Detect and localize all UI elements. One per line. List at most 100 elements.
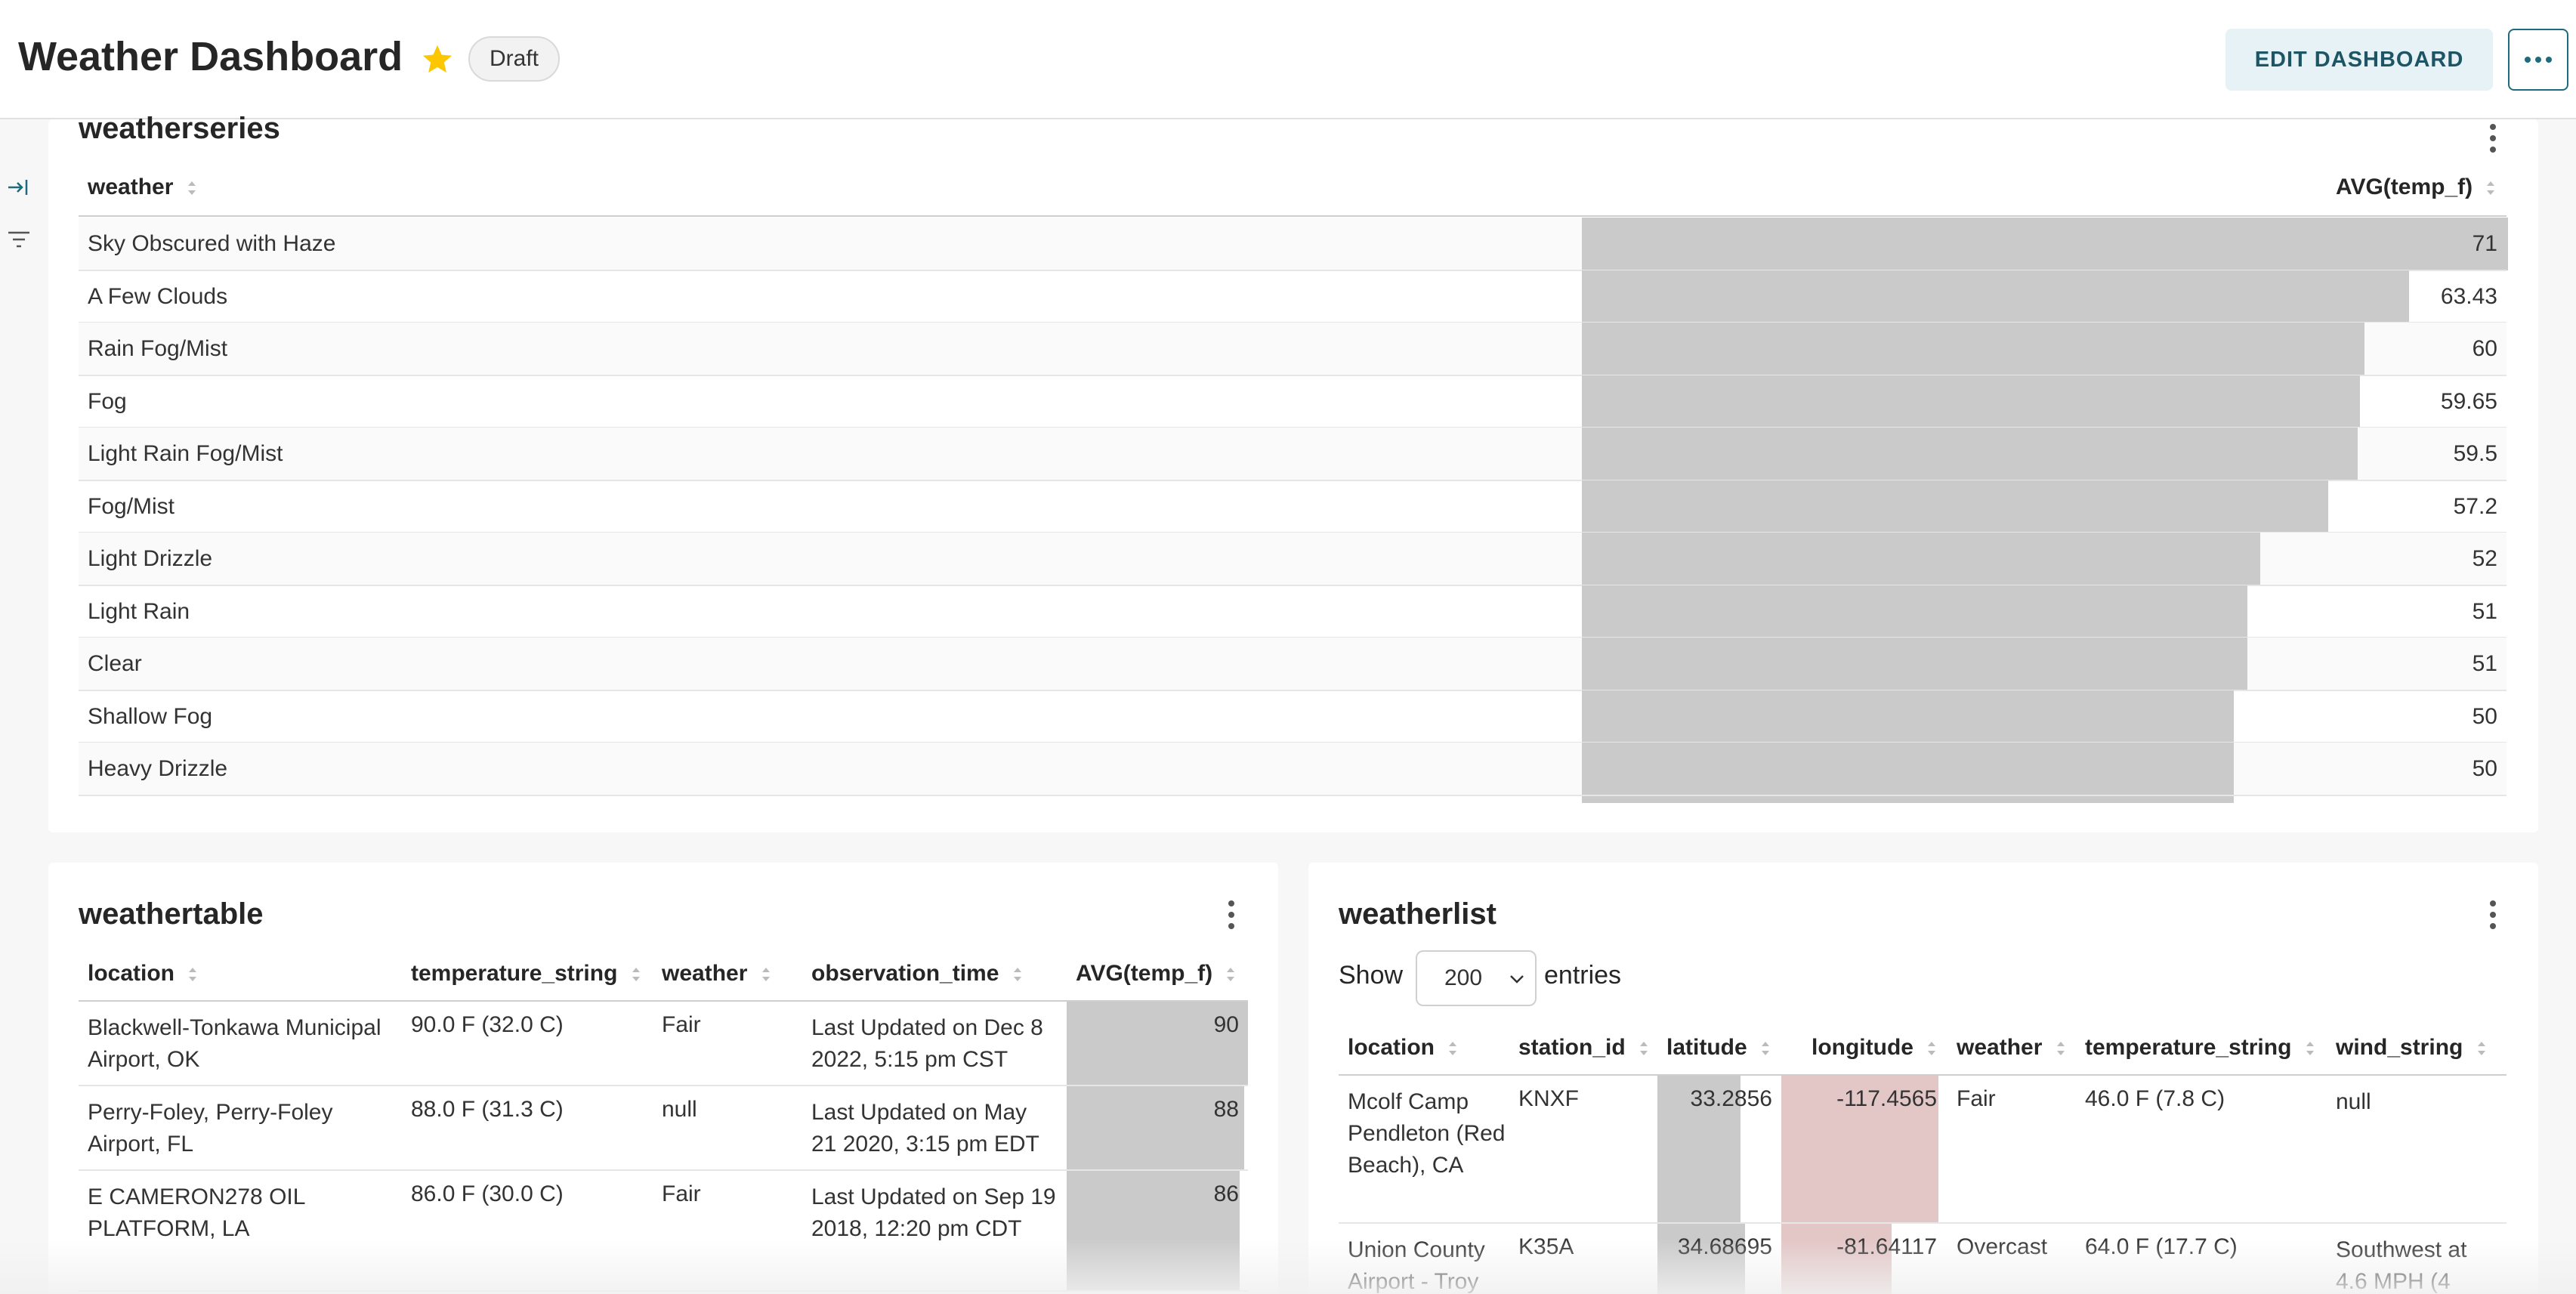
sort-icon[interactable] [1225,965,1237,984]
table-cell-observation-time: Last Updated on May 21 2020, 3:15 pm EDT [811,1100,1039,1157]
filter-icon[interactable] [6,227,32,252]
sort-icon[interactable] [1759,1039,1771,1058]
kebab-menu-icon[interactable] [1224,896,1239,934]
value-bar [1582,375,2360,428]
page-size-value: 200 [1444,965,1483,990]
table-cell-latitude: 34.68695 [1677,1234,1772,1259]
table-cell-observation-time: Last Updated on Sep 19 2018, 12:20 pm CD… [811,1184,1056,1241]
column-header-weather[interactable]: weather [88,174,198,200]
column-header-weather[interactable]: weather [662,961,772,987]
table-cell-avg-temp: 50 [2472,756,2497,781]
table-cell-temperature-string: 90.0 F (32.0 C) [411,1012,564,1037]
column-header-avg-temp[interactable]: AVG(temp_f) [2336,174,2497,200]
chevron-down-icon [1510,975,1524,984]
table-cell-weather: Fair [662,1012,701,1037]
table-cell-longitude: -117.4565 [1836,1086,1937,1111]
sort-icon[interactable] [1012,965,1024,984]
column-header-label: observation_time [811,961,999,986]
table-cell-weather: Overcast [1957,1234,2048,1259]
expand-panel-icon[interactable] [6,175,30,199]
table-cell-location: Perry-Foley, Perry-Foley Airport, FL [88,1100,333,1157]
column-header-longitude[interactable]: longitude [1812,1035,1938,1061]
table-cell-avg-temp: 90 [1213,1012,1239,1037]
table-cell-latitude: 33.2856 [1690,1086,1772,1111]
value-bar [1582,480,2328,533]
value-bar [1582,323,2364,375]
table-cell-location: Mcolf Camp Pendleton (Red Beach), CA [1348,1089,1506,1178]
row-divider [1339,1222,2507,1224]
sort-icon[interactable] [2304,1039,2316,1058]
edit-dashboard-button[interactable]: EDIT DASHBOARD [2225,29,2493,91]
page-size-select[interactable]: 200 [1416,950,1537,1006]
column-header-label: location [88,961,175,986]
row-divider [79,1290,1248,1292]
table-cell-weather: A Few Clouds [88,283,228,309]
table-cell-weather: null [662,1097,697,1122]
column-header-label: location [1348,1035,1435,1060]
table-cell-avg-temp: 51 [2472,651,2497,676]
table-cell-weather: Fair [662,1181,701,1206]
column-header-temperature-string[interactable]: temperature_string [2085,1035,2316,1061]
sort-icon[interactable] [2485,178,2497,198]
table-cell-weather: Heavy Drizzle [88,756,228,781]
sort-icon[interactable] [2055,1039,2067,1058]
sort-icon[interactable] [1926,1039,1938,1058]
sort-icon[interactable] [186,178,198,198]
table-cell-weather: Light Rain [88,598,190,624]
value-bar [1582,690,2234,743]
table-cell-avg-temp: 86 [1213,1181,1239,1206]
column-header-temperature-string[interactable]: temperature_string [411,961,642,987]
table-cell-weather: Shallow Fog [88,703,213,729]
column-header-station-id[interactable]: station_id [1518,1035,1650,1061]
column-header-latitude[interactable]: latitude [1666,1035,1771,1061]
table-cell-longitude: -81.64117 [1836,1234,1937,1259]
weathertable-title: weathertable [79,897,264,931]
kebab-menu-icon[interactable] [2485,896,2500,934]
value-bar [1582,428,2358,480]
kebab-menu-icon[interactable] [2485,119,2500,157]
column-header-location[interactable]: location [88,961,199,987]
value-bar [1582,270,2409,323]
more-options-button[interactable] [2508,29,2568,91]
star-icon[interactable] [420,42,455,77]
table-cell-avg-temp: 60 [2472,336,2497,361]
status-badge[interactable]: Draft [468,36,561,82]
sort-icon[interactable] [1638,1039,1650,1058]
column-header-location[interactable]: location [1348,1035,1459,1061]
table-cell-avg-temp: 88 [1213,1097,1239,1122]
column-header-wind-string[interactable]: wind_string [2336,1035,2488,1061]
column-header-avg-temp[interactable]: AVG(temp_f) [1076,961,1237,987]
table-cell-wind-string: Southwest at 4.6 MPH (4 [2336,1237,2467,1294]
column-header-label: latitude [1666,1035,1747,1060]
show-label: Show [1339,961,1404,990]
column-header-label: station_id [1518,1035,1626,1060]
table-cell-weather: Light Drizzle [88,546,213,571]
value-bar [1582,218,2508,270]
sort-icon[interactable] [630,965,642,984]
table-cell-avg-temp: 52 [2472,546,2497,571]
table-cell-location: E CAMERON278 OIL PLATFORM, LA [88,1184,305,1241]
table-cell-avg-temp: 51 [2472,598,2497,624]
sort-icon[interactable] [187,965,199,984]
column-header-weather[interactable]: weather [1957,1035,2067,1061]
table-cell-temperature-string: 64.0 F (17.7 C) [2085,1234,2238,1259]
entries-label: entries [1544,961,1622,990]
table-cell-location: Union County Airport - Troy [1348,1237,1485,1294]
sort-icon[interactable] [2476,1039,2488,1058]
column-header-label: AVG(temp_f) [1076,961,1213,986]
value-bar [1582,585,2247,638]
sort-icon[interactable] [1447,1039,1459,1058]
table-cell-temperature-string: 88.0 F (31.3 C) [411,1097,564,1122]
column-header-observation-time[interactable]: observation_time [811,961,1024,987]
table-cell-weather: Clear [88,651,142,676]
column-header-label: weather [662,961,748,986]
table-cell-avg-temp: 59.5 [2453,441,2497,466]
value-bar [1582,638,2247,690]
table-cell-temperature-string: 46.0 F (7.8 C) [2085,1086,2225,1111]
sort-icon[interactable] [760,965,772,984]
table-cell-weather: Light Rain Fog/Mist [88,441,283,466]
column-header-label: longitude [1812,1035,1913,1060]
table-cell-avg-temp: 57.2 [2453,493,2497,519]
dashboard-title: Weather Dashboard [18,34,403,79]
column-header-label: wind_string [2336,1035,2463,1060]
